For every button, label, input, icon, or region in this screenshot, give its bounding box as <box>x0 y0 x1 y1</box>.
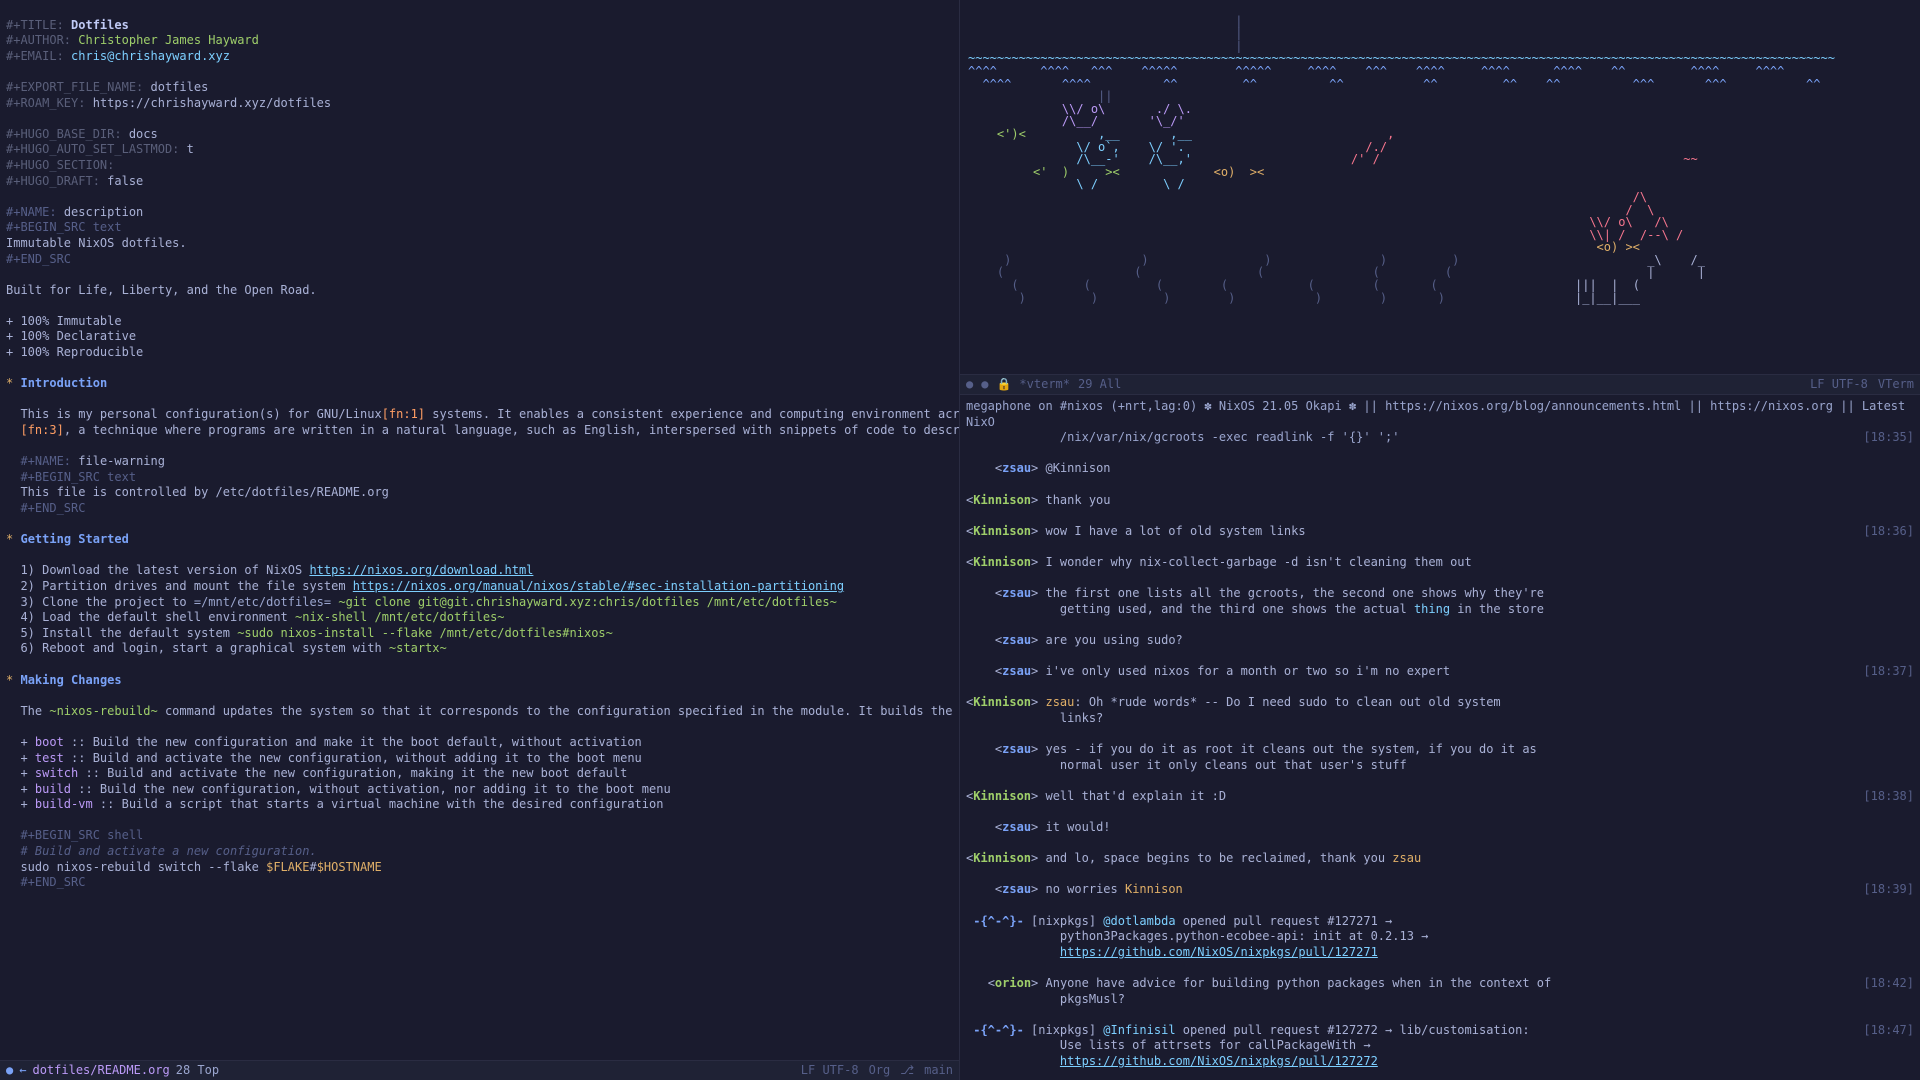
irc-nick[interactable]: Kinnison <box>973 493 1031 507</box>
irc-nick[interactable]: Kinnison <box>973 851 1031 865</box>
org-keyword: #+HUGO_AUTO_SET_LASTMOD: <box>6 142 179 156</box>
buffer-modified-icon: ● <box>6 1063 13 1079</box>
tagline: Built for Life, Liberty, and the Open Ro… <box>6 283 317 297</box>
footnote[interactable]: [fn:3] <box>20 423 63 437</box>
org-keyword: #+EXPORT_FILE_NAME: <box>6 80 143 94</box>
irc-nick[interactable]: Kinnison <box>973 555 1031 569</box>
org-end-src: #+END_SRC <box>6 252 71 266</box>
org-name-keyword: #+NAME: <box>20 454 71 468</box>
major-mode[interactable]: VTerm <box>1878 377 1914 393</box>
buffer-position: 29 All <box>1078 377 1121 393</box>
irc-nick[interactable]: zsau <box>1002 820 1031 834</box>
irc-log[interactable]: megaphone on #nixos (+nrt,lag:0) ✽ NixOS… <box>960 395 1920 1080</box>
link[interactable]: https://github.com/NixOS/nixpkgs/pull/12… <box>1060 945 1378 959</box>
irc-nick[interactable]: Kinnison <box>973 789 1031 803</box>
vcs-branch[interactable]: main <box>924 1063 953 1079</box>
org-keyword: #+EMAIL: <box>6 49 64 63</box>
back-icon[interactable]: ← <box>19 1063 26 1079</box>
buffer-name[interactable]: dotfiles/README.org <box>32 1063 169 1079</box>
link[interactable]: https://github.com/NixOS/nixpkgs/pull/12… <box>1060 1054 1378 1068</box>
channel-topic: megaphone on #nixos (+nrt,lag:0) ✽ NixOS… <box>966 399 1912 429</box>
org-title: Dotfiles <box>71 18 129 32</box>
feature-item: + 100% Immutable <box>6 314 122 328</box>
feature-item: + 100% Reproducible <box>6 345 143 359</box>
modeline-vterm[interactable]: ● ● 🔒 *vterm* 29 All LF UTF-8 VTerm <box>960 374 1920 394</box>
org-begin-src: #+BEGIN_SRC text <box>6 220 122 234</box>
irc-nick[interactable]: zsau <box>1002 633 1031 647</box>
modeline-left[interactable]: ● ← dotfiles/README.org 28 Top LF UTF-8 … <box>0 1060 959 1080</box>
irc-nick[interactable]: zsau <box>1002 461 1031 475</box>
editor-pane-left: #+TITLE: Dotfiles #+AUTHOR: Christopher … <box>0 0 960 1080</box>
org-keyword: #+TITLE: <box>6 18 64 32</box>
org-buffer[interactable]: #+TITLE: Dotfiles #+AUTHOR: Christopher … <box>0 0 959 908</box>
irc-nick[interactable]: Kinnison <box>973 695 1031 709</box>
encoding: LF UTF-8 <box>801 1063 859 1079</box>
shell-comment: # Build and activate a new configuration… <box>20 844 316 858</box>
vcs-icon: ⎇ <box>900 1063 914 1079</box>
src-body: Immutable NixOS dotfiles. <box>6 236 187 250</box>
encoding: LF UTF-8 <box>1810 377 1868 393</box>
org-name-keyword: #+NAME: <box>6 205 57 219</box>
irc-nick[interactable]: Kinnison <box>973 524 1031 538</box>
buffer-position: 28 Top <box>176 1063 219 1079</box>
org-keyword: #+AUTHOR: <box>6 33 71 47</box>
irc-nick[interactable]: zsau <box>1002 882 1031 896</box>
link[interactable]: https://nixos.org/manual/nixos/stable/#s… <box>353 579 844 593</box>
link[interactable]: https://nixos.org/download.html <box>309 563 533 577</box>
vterm-pane[interactable]: | | | ~~~~~~~~~~~~~~~~~~~~~~~~~~~~~~~~~~… <box>960 0 1920 395</box>
org-heading[interactable]: Getting Started <box>20 532 128 546</box>
feature-item: + 100% Declarative <box>6 329 136 343</box>
asciiquarium: | | | ~~~~~~~~~~~~~~~~~~~~~~~~~~~~~~~~~~… <box>960 0 1920 319</box>
org-author: Christopher James Hayward <box>78 33 259 47</box>
org-keyword: #+HUGO_BASE_DIR: <box>6 127 122 141</box>
footnote[interactable]: [fn:1] <box>382 407 425 421</box>
irc-nick[interactable]: orion <box>995 976 1031 990</box>
org-heading[interactable]: Making Changes <box>20 673 121 687</box>
erc-pane[interactable]: megaphone on #nixos (+nrt,lag:0) ✽ NixOS… <box>960 395 1920 1080</box>
org-email: chris@chrishayward.xyz <box>71 49 230 63</box>
right-column: | | | ~~~~~~~~~~~~~~~~~~~~~~~~~~~~~~~~~~… <box>960 0 1920 1080</box>
major-mode[interactable]: Org <box>869 1063 891 1079</box>
org-heading[interactable]: Introduction <box>20 376 107 390</box>
irc-nick[interactable]: zsau <box>1002 664 1031 678</box>
irc-nick[interactable]: zsau <box>1002 742 1031 756</box>
dot-icon: ● <box>981 377 988 393</box>
org-star: * <box>6 376 13 390</box>
irc-nick[interactable]: zsau <box>1002 586 1031 600</box>
dot-icon: ● <box>966 377 973 393</box>
org-keyword: #+HUGO_SECTION: <box>6 158 114 172</box>
org-keyword: #+HUGO_DRAFT: <box>6 174 100 188</box>
buffer-name[interactable]: *vterm* <box>1019 377 1070 393</box>
lock-icon: 🔒 <box>996 377 1011 393</box>
org-keyword: #+ROAM_KEY: <box>6 96 85 110</box>
